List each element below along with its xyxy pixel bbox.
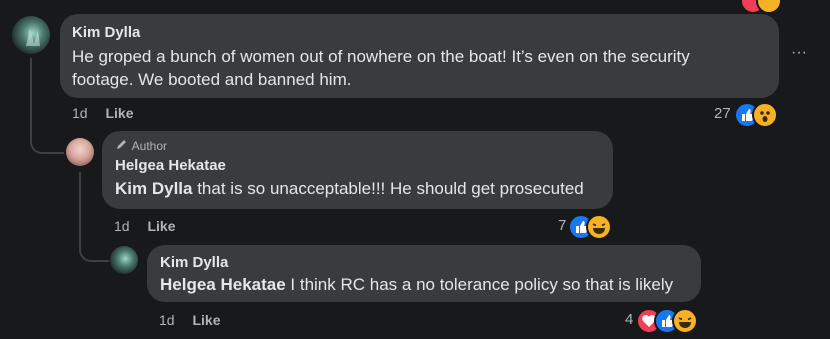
comment-bubble-3: Kim Dylla Helgea Hekatae I think RC has …: [147, 245, 701, 302]
avatar-image-icon: [26, 28, 40, 46]
haha-reaction-icon: [672, 308, 698, 334]
comment-meta-2: 1d Like: [114, 218, 175, 234]
comment-time[interactable]: 1d: [114, 218, 130, 234]
thread-line-1: [30, 58, 32, 138]
comment-author[interactable]: Kim Dylla: [160, 254, 688, 271]
reactions-summary-3[interactable]: 4: [625, 308, 705, 334]
pencil-icon: [117, 140, 126, 149]
comment-meta-1: 1d Like: [72, 105, 133, 121]
comment-bubble-2: Author Helgea Hekatae Kim Dylla that is …: [102, 131, 613, 209]
comment-text: Kim Dylla that is so unacceptable!!! He …: [115, 177, 600, 200]
like-button[interactable]: Like: [105, 105, 133, 121]
reactions-summary-1[interactable]: 27: [714, 102, 784, 128]
comment-text: He groped a bunch of women out of nowher…: [72, 47, 690, 89]
like-button[interactable]: Like: [147, 218, 175, 234]
like-button[interactable]: Like: [192, 312, 220, 328]
reaction-count: 27: [714, 105, 731, 122]
reaction-count: 7: [558, 217, 567, 234]
comment-body: I think RC has a no tolerance policy so …: [285, 275, 674, 294]
mention-link[interactable]: Kim Dylla: [115, 179, 192, 198]
comment-text: Helgea Hekatae I think RC has a no toler…: [160, 273, 688, 296]
comment-time[interactable]: 1d: [159, 312, 175, 328]
thread-line-2: [79, 172, 81, 242]
avatar-kim-dylla-reply[interactable]: [110, 246, 138, 274]
author-badge-label: Author: [131, 139, 168, 153]
wow-reaction-icon: [752, 102, 778, 128]
reactions-summary-2[interactable]: 7: [558, 214, 618, 240]
comment-body: that is so unacceptable!!! He should get…: [192, 179, 584, 198]
thread-connector-1: [30, 128, 64, 154]
comment-author[interactable]: Kim Dylla: [72, 24, 767, 41]
avatar-helgea-hekatae[interactable]: [66, 138, 94, 166]
more-options-button[interactable]: ···: [791, 44, 807, 62]
comment-bubble-1: Kim Dylla He groped a bunch of women out…: [60, 14, 779, 98]
comment-time[interactable]: 1d: [72, 105, 88, 121]
author-badge: Author: [115, 139, 600, 155]
thread-connector-2: [79, 236, 109, 262]
comment-meta-3: 1d Like: [159, 312, 220, 328]
cut-off-row: [740, 0, 782, 14]
avatar-kim-dylla[interactable]: [12, 16, 50, 54]
mention-link[interactable]: Helgea Hekatae: [160, 275, 286, 294]
reaction-count: 4: [625, 311, 634, 328]
comment-author[interactable]: Helgea Hekatae: [115, 157, 600, 174]
haha-reaction-icon: [586, 214, 612, 240]
